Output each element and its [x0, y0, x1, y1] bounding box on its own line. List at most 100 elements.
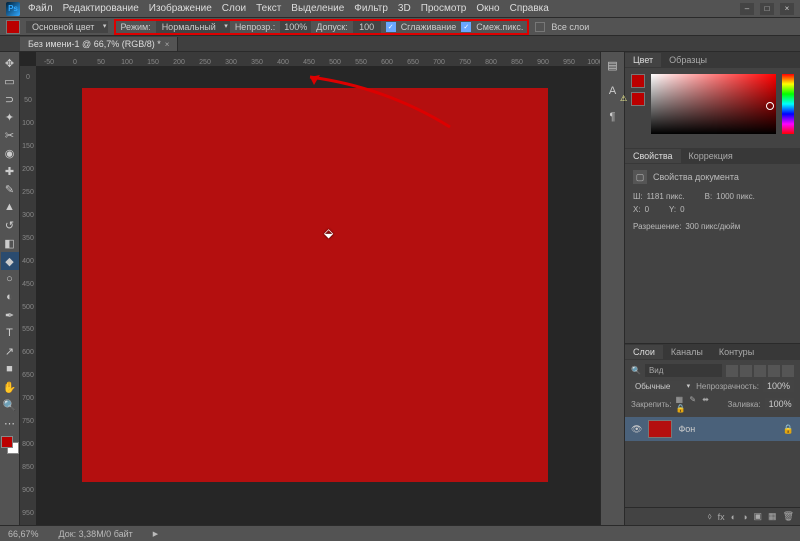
misc-tool[interactable]: ⋯ — [1, 414, 19, 432]
y-label: Y: — [669, 205, 676, 214]
visibility-icon[interactable]: 👁 — [631, 424, 642, 435]
bucket-tool[interactable]: ◆ — [1, 252, 19, 270]
blur-tool[interactable]: ○ — [1, 270, 19, 288]
minimize-button[interactable]: – — [740, 3, 754, 15]
color-fg-swatch[interactable] — [631, 74, 645, 88]
hue-slider[interactable] — [782, 74, 794, 134]
layer-opacity-input[interactable]: 100% — [763, 380, 794, 392]
x-label: X: — [633, 205, 641, 214]
lock-label: Закрепить: — [631, 400, 672, 409]
hand-tool[interactable]: ✋ — [1, 378, 19, 396]
menu-view[interactable]: Просмотр — [421, 3, 467, 14]
menu-image[interactable]: Изображение — [149, 3, 212, 14]
menu-filter[interactable]: Фильтр — [354, 3, 388, 14]
fill-input[interactable]: 100% — [765, 398, 794, 410]
filter-4-icon[interactable] — [768, 365, 780, 377]
menu-select[interactable]: Выделение — [291, 3, 344, 14]
stamp-tool[interactable]: ▲ — [1, 198, 19, 216]
tolerance-input[interactable]: 100 — [353, 21, 381, 33]
maximize-button[interactable]: □ — [760, 3, 774, 15]
tool-swatch-icon[interactable] — [6, 20, 20, 34]
color-warn-swatch[interactable] — [631, 92, 645, 106]
tab-properties[interactable]: Свойства — [625, 149, 681, 163]
dodge-tool[interactable]: ◐ — [1, 288, 19, 306]
marquee-tool[interactable]: ▭ — [1, 72, 19, 90]
fill-type-dropdown[interactable]: Основной цвет — [26, 21, 108, 33]
eyedropper-tool[interactable]: ◉ — [1, 144, 19, 162]
menu-help[interactable]: Справка — [510, 3, 549, 14]
menu-window[interactable]: Окно — [476, 3, 499, 14]
history-panel-icon[interactable]: ▤ — [604, 56, 622, 74]
adjust-icon[interactable]: ◑ — [742, 512, 747, 522]
opacity-input[interactable]: 100% — [280, 21, 311, 33]
zoom-tool[interactable]: 🔍 — [1, 396, 19, 414]
pen-tool[interactable]: ✒ — [1, 306, 19, 324]
lock-icon[interactable]: 🔒 — [783, 424, 794, 435]
eraser-tool[interactable]: ◧ — [1, 234, 19, 252]
spectrum-picker-icon[interactable] — [766, 102, 774, 110]
layer-search[interactable]: Вид — [645, 364, 722, 377]
ruler-horizontal[interactable]: -500501001502002503003504004505005506006… — [36, 52, 600, 66]
filter-1-icon[interactable] — [726, 365, 738, 377]
layer-thumbnail[interactable] — [648, 420, 672, 438]
filter-3-icon[interactable] — [754, 365, 766, 377]
fill-label: Заливка: — [728, 400, 761, 409]
close-button[interactable]: × — [780, 3, 794, 15]
ruler-vertical[interactable]: 0501001502002503003504004505005506006507… — [20, 66, 36, 525]
foreground-color[interactable] — [1, 436, 13, 448]
contiguous-checkbox[interactable]: ✓ — [461, 22, 471, 32]
tab-title: Без имени-1 @ 66,7% (RGB/8) * — [28, 39, 161, 49]
history-brush-tool[interactable]: ↺ — [1, 216, 19, 234]
lasso-tool[interactable]: ⊃ — [1, 90, 19, 108]
zoom-value[interactable]: 66,67% — [8, 529, 39, 539]
lock-icons[interactable]: ▦ ✎ ⬌ 🔒 — [676, 395, 724, 413]
path-tool[interactable]: ↗ — [1, 342, 19, 360]
crop-tool[interactable]: ✂ — [1, 126, 19, 144]
healing-tool[interactable]: ✚ — [1, 162, 19, 180]
window-controls: – □ × — [740, 3, 794, 15]
tab-color[interactable]: Цвет — [625, 53, 661, 67]
tab-swatches[interactable]: Образцы — [661, 53, 715, 67]
menu-edit[interactable]: Редактирование — [63, 3, 139, 14]
paragraph-panel-icon[interactable]: ¶ — [604, 108, 622, 126]
menu-file[interactable]: Файл — [28, 3, 53, 14]
link-icon[interactable]: ⬨ — [708, 511, 712, 522]
document-tab[interactable]: Без имени-1 @ 66,7% (RGB/8) * × — [20, 37, 178, 51]
brush-tool[interactable]: ✎ — [1, 180, 19, 198]
color-swatches[interactable] — [1, 436, 19, 454]
delete-icon[interactable]: 🗑 — [783, 511, 794, 522]
document-icon: ▢ — [633, 170, 647, 184]
tab-paths[interactable]: Контуры — [711, 345, 762, 359]
character-panel-icon[interactable]: A — [604, 82, 622, 100]
wand-tool[interactable]: ✦ — [1, 108, 19, 126]
mode-dropdown[interactable]: Нормальный — [156, 21, 230, 33]
move-tool[interactable]: ✥ — [1, 54, 19, 72]
mask-icon[interactable]: ◐ — [731, 512, 736, 522]
blend-mode-dropdown[interactable]: Обычные — [631, 381, 692, 392]
filter-5-icon[interactable] — [782, 365, 794, 377]
tab-layers[interactable]: Слои — [625, 345, 663, 359]
chevron-right-icon[interactable]: ▶ — [153, 530, 158, 538]
alllayers-checkbox[interactable] — [535, 22, 545, 32]
filter-2-icon[interactable] — [740, 365, 752, 377]
layer-row[interactable]: 👁 Фон 🔒 — [625, 417, 800, 441]
type-tool[interactable]: T — [1, 324, 19, 342]
tab-channels[interactable]: Каналы — [663, 345, 711, 359]
layer-opacity-label: Непрозрачность: — [696, 382, 759, 391]
tab-adjustments[interactable]: Коррекция — [681, 149, 741, 163]
antialias-checkbox[interactable]: ✓ — [386, 22, 396, 32]
canvas[interactable] — [82, 88, 548, 482]
shape-tool[interactable]: ■ — [1, 360, 19, 378]
menu-layers[interactable]: Слои — [222, 3, 246, 14]
doc-info[interactable]: Док: 3,38M/0 байт — [59, 529, 133, 539]
tab-close-icon[interactable]: × — [165, 40, 170, 49]
color-spectrum[interactable] — [651, 74, 776, 134]
menu-3d[interactable]: 3D — [398, 3, 411, 14]
main-menu: Файл Редактирование Изображение Слои Тек… — [28, 3, 740, 14]
cursor-icon: ⬙ — [324, 226, 333, 240]
folder-icon[interactable]: ▣ — [754, 511, 763, 522]
menu-text[interactable]: Текст — [256, 3, 281, 14]
new-layer-icon[interactable]: ▦ — [768, 511, 777, 522]
fx-icon[interactable]: fx — [718, 512, 725, 522]
contiguous-label: Смеж.пикс. — [476, 22, 523, 32]
